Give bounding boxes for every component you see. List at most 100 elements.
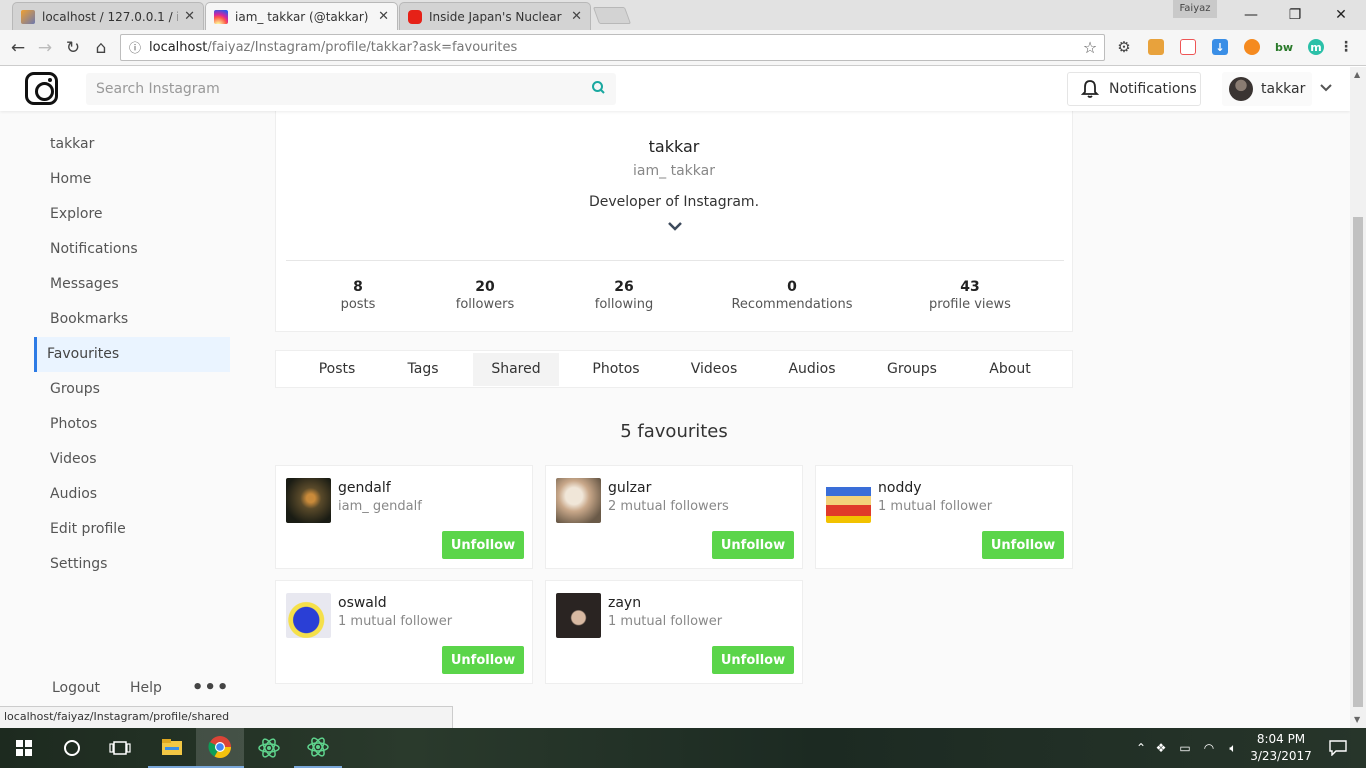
- sidebar-item-bookmarks[interactable]: Bookmarks: [34, 302, 230, 337]
- user-name[interactable]: oswald: [338, 595, 387, 611]
- window-close-icon[interactable]: ✕: [1318, 0, 1364, 30]
- search-input[interactable]: [86, 73, 616, 105]
- chevron-down-icon[interactable]: [1319, 83, 1333, 93]
- avatar[interactable]: [286, 478, 331, 523]
- extension-m-icon[interactable]: m: [1308, 39, 1324, 55]
- logout-link[interactable]: Logout: [52, 680, 100, 696]
- browser-tab-youtube[interactable]: Inside Japan's Nuclear M ✕: [399, 2, 591, 30]
- close-icon[interactable]: ✕: [378, 9, 389, 24]
- forward-icon[interactable]: →: [33, 36, 57, 60]
- unfollow-button[interactable]: Unfollow: [712, 531, 794, 559]
- browser-tab-instagram[interactable]: iam_ takkar (@takkar) | In ✕: [205, 2, 398, 30]
- dropbox-icon[interactable]: ❖: [1149, 741, 1173, 755]
- tab-shared[interactable]: Shared: [473, 353, 559, 386]
- stat-recommendations[interactable]: 0 Recommendations: [722, 279, 862, 312]
- stat-followers[interactable]: 20 followers: [415, 279, 555, 312]
- help-link[interactable]: Help: [130, 680, 162, 696]
- extension-calendar-icon[interactable]: [1180, 39, 1196, 55]
- address-url[interactable]: localhost/faiyaz/Instagram/profile/takka…: [149, 40, 1076, 55]
- stat-posts[interactable]: 8 posts: [288, 279, 428, 312]
- tab-tags[interactable]: Tags: [386, 353, 460, 386]
- search-icon[interactable]: [590, 79, 608, 97]
- close-icon[interactable]: ✕: [571, 9, 582, 24]
- unfollow-button[interactable]: Unfollow: [982, 531, 1064, 559]
- scroll-down-icon[interactable]: ▼: [1354, 715, 1360, 724]
- scroll-up-icon[interactable]: ▲: [1354, 70, 1360, 79]
- file-explorer-icon[interactable]: [148, 728, 196, 768]
- sidebar-item-profile[interactable]: takkar: [34, 127, 230, 162]
- address-bar[interactable]: ⓘ localhost/faiyaz/Instagram/profile/tak…: [120, 34, 1105, 61]
- user-name[interactable]: gendalf: [338, 480, 391, 496]
- extension-tag-icon[interactable]: [1148, 39, 1164, 55]
- back-icon[interactable]: ←: [6, 36, 30, 60]
- stat-following[interactable]: 26 following: [554, 279, 694, 312]
- notifications-button[interactable]: Notifications: [1067, 72, 1201, 106]
- user-name[interactable]: gulzar: [608, 480, 651, 496]
- atom-editor-icon[interactable]: [245, 728, 293, 768]
- user-name[interactable]: noddy: [878, 480, 922, 496]
- unfollow-button[interactable]: Unfollow: [442, 531, 524, 559]
- tab-videos[interactable]: Videos: [674, 353, 754, 386]
- settings-gear-icon[interactable]: ⚙: [1116, 38, 1132, 56]
- task-view-icon[interactable]: [96, 728, 144, 768]
- sidebar-item-videos[interactable]: Videos: [34, 442, 230, 477]
- minimize-icon[interactable]: —: [1228, 0, 1274, 30]
- sidebar-item-explore[interactable]: Explore: [34, 197, 230, 232]
- browser-menu-icon[interactable]: ⋮: [1338, 39, 1354, 55]
- download-icon[interactable]: ↓: [1212, 39, 1228, 55]
- sidebar-item-groups[interactable]: Groups: [34, 372, 230, 407]
- sidebar-item-notifications[interactable]: Notifications: [34, 232, 230, 267]
- unfollow-button[interactable]: Unfollow: [442, 646, 524, 674]
- info-icon[interactable]: ⓘ: [121, 39, 149, 56]
- avatar[interactable]: [556, 593, 601, 638]
- browser-toolbar: ← → ↻ ⌂ ⓘ localhost/faiyaz/Instagram/pro…: [0, 30, 1366, 66]
- stat-value: 20: [475, 279, 495, 295]
- wifi-icon[interactable]: ◠: [1197, 741, 1221, 755]
- extension-bw-icon[interactable]: bw: [1275, 39, 1293, 55]
- top-navigation: Notifications takkar: [0, 67, 1350, 111]
- instagram-logo-icon[interactable]: [25, 72, 58, 105]
- sidebar-item-favourites[interactable]: Favourites: [34, 337, 230, 372]
- browser-tab-phpmyadmin[interactable]: localhost / 127.0.0.1 / ins ✕: [12, 2, 204, 30]
- browser-profile-chip[interactable]: Faiyaz: [1173, 0, 1217, 18]
- avatar[interactable]: [286, 593, 331, 638]
- scrollbar-thumb[interactable]: [1353, 217, 1363, 707]
- stat-profile-views[interactable]: 43 profile views: [900, 279, 1040, 312]
- sidebar-item-photos[interactable]: Photos: [34, 407, 230, 442]
- sidebar-item-settings[interactable]: Settings: [34, 547, 230, 582]
- action-center-icon[interactable]: [1318, 728, 1358, 768]
- page-scrollbar[interactable]: ▲ ▼: [1350, 67, 1366, 728]
- unfollow-button[interactable]: Unfollow: [712, 646, 794, 674]
- cortana-search-icon[interactable]: [48, 728, 96, 768]
- bookmark-star-icon[interactable]: ☆: [1076, 38, 1104, 57]
- reload-icon[interactable]: ↻: [61, 36, 85, 60]
- show-hidden-icons-icon[interactable]: ⌃: [1133, 741, 1149, 755]
- taskbar-clock[interactable]: 8:04 PM 3/23/2017: [1250, 731, 1312, 765]
- volume-icon[interactable]: 🔈︎: [1221, 741, 1245, 756]
- windows-start-icon[interactable]: [0, 728, 48, 768]
- home-icon[interactable]: ⌂: [89, 36, 113, 60]
- sidebar-item-messages[interactable]: Messages: [34, 267, 230, 302]
- sidebar-item-edit-profile[interactable]: Edit profile: [34, 512, 230, 547]
- battery-icon[interactable]: ▭: [1173, 741, 1197, 755]
- sidebar-item-audios[interactable]: Audios: [34, 477, 230, 512]
- atom-editor-icon[interactable]: [294, 728, 342, 768]
- avatar[interactable]: [556, 478, 601, 523]
- tab-about[interactable]: About: [970, 353, 1050, 386]
- avatar[interactable]: [826, 478, 871, 523]
- close-icon[interactable]: ✕: [184, 9, 195, 24]
- tab-groups[interactable]: Groups: [872, 353, 952, 386]
- new-tab-button[interactable]: [592, 7, 632, 24]
- user-subtitle: 1 mutual follower: [608, 614, 723, 629]
- tab-photos[interactable]: Photos: [576, 353, 656, 386]
- extension-orange-icon[interactable]: [1244, 39, 1260, 55]
- expand-chevron-icon[interactable]: [667, 220, 683, 232]
- tab-audios[interactable]: Audios: [772, 353, 852, 386]
- more-options-icon[interactable]: •••: [192, 677, 230, 698]
- user-name[interactable]: zayn: [608, 595, 641, 611]
- restore-icon[interactable]: ❐: [1272, 0, 1318, 30]
- sidebar-item-home[interactable]: Home: [34, 162, 230, 197]
- chrome-icon[interactable]: [196, 728, 244, 768]
- user-menu-button[interactable]: takkar: [1222, 72, 1312, 106]
- tab-posts[interactable]: Posts: [300, 353, 374, 386]
